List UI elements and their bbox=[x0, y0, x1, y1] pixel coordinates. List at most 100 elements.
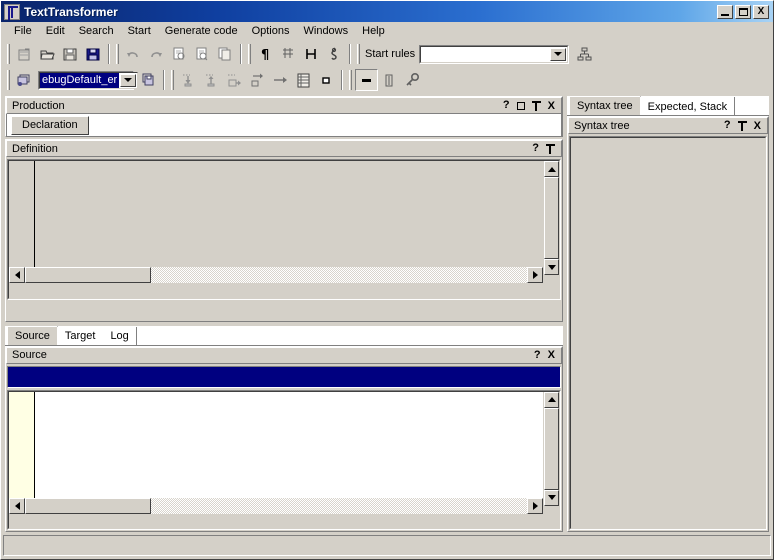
close-icon[interactable]: X bbox=[548, 100, 555, 112]
hscroll-thumb[interactable] bbox=[25, 497, 151, 514]
save-all-icon[interactable] bbox=[82, 43, 105, 65]
scroll-down-icon[interactable] bbox=[544, 489, 559, 506]
menu-item-file[interactable]: File bbox=[7, 23, 39, 40]
redo-icon[interactable] bbox=[145, 43, 168, 65]
open-folder-icon[interactable] bbox=[36, 43, 59, 65]
tab-target[interactable]: Target bbox=[56, 326, 104, 345]
right-column: Syntax tree Expected, Stack Syntax tree … bbox=[565, 96, 772, 532]
bottom-tabstrip: Source Target Log bbox=[5, 325, 563, 346]
scroll-right-icon[interactable] bbox=[527, 497, 543, 514]
definition-vscrollbar[interactable] bbox=[543, 161, 559, 283]
source-editor[interactable] bbox=[9, 391, 559, 514]
chevron-down-icon[interactable] bbox=[550, 47, 567, 61]
measure-icon[interactable] bbox=[300, 43, 323, 65]
chevron-down-icon-2[interactable] bbox=[120, 73, 137, 87]
stop-icon[interactable] bbox=[315, 69, 338, 91]
debug-toolbar-grip[interactable] bbox=[7, 70, 10, 90]
menu-item-generate-code[interactable]: Generate code bbox=[158, 23, 245, 40]
source-selection-bar[interactable] bbox=[8, 366, 560, 387]
svg-text:¶: ¶ bbox=[261, 48, 269, 63]
menu-item-edit[interactable]: Edit bbox=[39, 23, 72, 40]
source-vscrollbar[interactable] bbox=[543, 391, 559, 514]
scroll-right-icon[interactable] bbox=[527, 267, 543, 283]
table-icon[interactable] bbox=[277, 43, 300, 65]
close-button[interactable]: X bbox=[753, 4, 769, 19]
start-rules-label: Start rules bbox=[365, 48, 416, 60]
tabstrip-filler bbox=[135, 326, 563, 345]
help-icon[interactable]: ? bbox=[534, 349, 541, 361]
menu-item-search[interactable]: Search bbox=[72, 23, 121, 40]
grammar-combo[interactable]: ebugDefault_er bbox=[38, 70, 139, 90]
minimize-button[interactable] bbox=[717, 4, 733, 19]
scroll-down-icon[interactable] bbox=[544, 259, 559, 275]
key-icon[interactable] bbox=[401, 69, 424, 91]
vscroll-thumb[interactable] bbox=[544, 177, 559, 259]
breakpoint-icon[interactable] bbox=[355, 69, 378, 91]
run-to-cursor-icon[interactable] bbox=[269, 69, 292, 91]
menu-item-windows[interactable]: Windows bbox=[297, 23, 356, 40]
duplicate-icon[interactable] bbox=[214, 43, 237, 65]
treble-clef-icon[interactable] bbox=[323, 43, 346, 65]
tab-expected-stack[interactable]: Expected, Stack bbox=[639, 97, 736, 115]
scroll-left-icon[interactable] bbox=[9, 267, 25, 283]
step-into-icon[interactable] bbox=[177, 69, 200, 91]
grammar-combo-value[interactable]: ebugDefault_er bbox=[40, 72, 120, 88]
main-toolbar: ¶ Start rules bbox=[1, 41, 773, 67]
hscroll-thumb[interactable] bbox=[25, 267, 151, 283]
close-icon[interactable]: X bbox=[754, 120, 761, 132]
toolbar-grip-4[interactable] bbox=[357, 44, 360, 64]
toolbar-grip-3[interactable] bbox=[248, 44, 251, 64]
paste-icon[interactable] bbox=[191, 43, 214, 65]
pin-icon[interactable] bbox=[531, 100, 541, 111]
step-over-icon[interactable] bbox=[223, 69, 246, 91]
pilcrow-icon[interactable]: ¶ bbox=[254, 43, 277, 65]
toolbar-grip-2[interactable] bbox=[116, 44, 119, 64]
definition-editor[interactable] bbox=[9, 161, 559, 283]
pin-icon[interactable] bbox=[737, 120, 747, 131]
hscroll-track[interactable] bbox=[151, 267, 527, 283]
pin-icon[interactable] bbox=[546, 143, 555, 154]
start-rules-value[interactable] bbox=[421, 47, 549, 62]
scroll-left-icon[interactable] bbox=[9, 497, 25, 514]
source-hscrollbar[interactable] bbox=[9, 497, 543, 514]
step-next-icon[interactable] bbox=[246, 69, 269, 91]
layers-icon[interactable] bbox=[13, 69, 36, 91]
toolbar-grip[interactable] bbox=[7, 44, 10, 64]
vscroll-thumb[interactable] bbox=[544, 407, 559, 490]
step-out-icon[interactable] bbox=[200, 69, 223, 91]
menu-item-help[interactable]: Help bbox=[355, 23, 392, 40]
debug-toolbar-grip-3[interactable] bbox=[349, 70, 352, 90]
syntax-tree-caption-bar: Syntax tree ? X bbox=[568, 117, 768, 134]
tab-syntax-tree[interactable]: Syntax tree bbox=[569, 96, 641, 115]
start-rules-combo[interactable] bbox=[419, 44, 570, 64]
help-icon[interactable]: ? bbox=[532, 143, 539, 154]
definition-gutter bbox=[9, 161, 35, 267]
text-cursor-icon[interactable] bbox=[378, 69, 401, 91]
copy-icon[interactable] bbox=[168, 43, 191, 65]
tab-log[interactable]: Log bbox=[102, 326, 137, 345]
tab-source[interactable]: Source bbox=[7, 325, 58, 345]
close-icon[interactable]: X bbox=[548, 349, 555, 361]
hscroll-track[interactable] bbox=[151, 497, 527, 514]
declaration-button[interactable]: Declaration bbox=[11, 115, 89, 135]
list-icon[interactable] bbox=[292, 69, 315, 91]
maximize-icon[interactable] bbox=[516, 101, 525, 110]
save-grammar-icon[interactable] bbox=[137, 69, 160, 91]
menu-item-options[interactable]: Options bbox=[245, 23, 297, 40]
help-icon[interactable]: ? bbox=[724, 120, 731, 131]
hierarchy-icon[interactable] bbox=[573, 43, 596, 65]
definition-hscrollbar[interactable] bbox=[9, 267, 543, 283]
save-icon[interactable] bbox=[59, 43, 82, 65]
maximize-button[interactable] bbox=[735, 4, 751, 19]
undo-icon[interactable] bbox=[122, 43, 145, 65]
new-project-icon[interactable] bbox=[13, 43, 36, 65]
source-text-area[interactable] bbox=[35, 391, 543, 498]
menu-item-start[interactable]: Start bbox=[121, 23, 158, 40]
debug-toolbar-grip-2[interactable] bbox=[171, 70, 174, 90]
help-icon[interactable]: ? bbox=[503, 100, 510, 111]
scroll-up-icon[interactable] bbox=[544, 161, 559, 177]
toolbar-separator bbox=[108, 44, 110, 64]
bottom-section: Source Target Log Source ? X bbox=[5, 325, 563, 532]
definition-text-area[interactable] bbox=[35, 161, 543, 267]
scroll-up-icon[interactable] bbox=[544, 391, 559, 408]
